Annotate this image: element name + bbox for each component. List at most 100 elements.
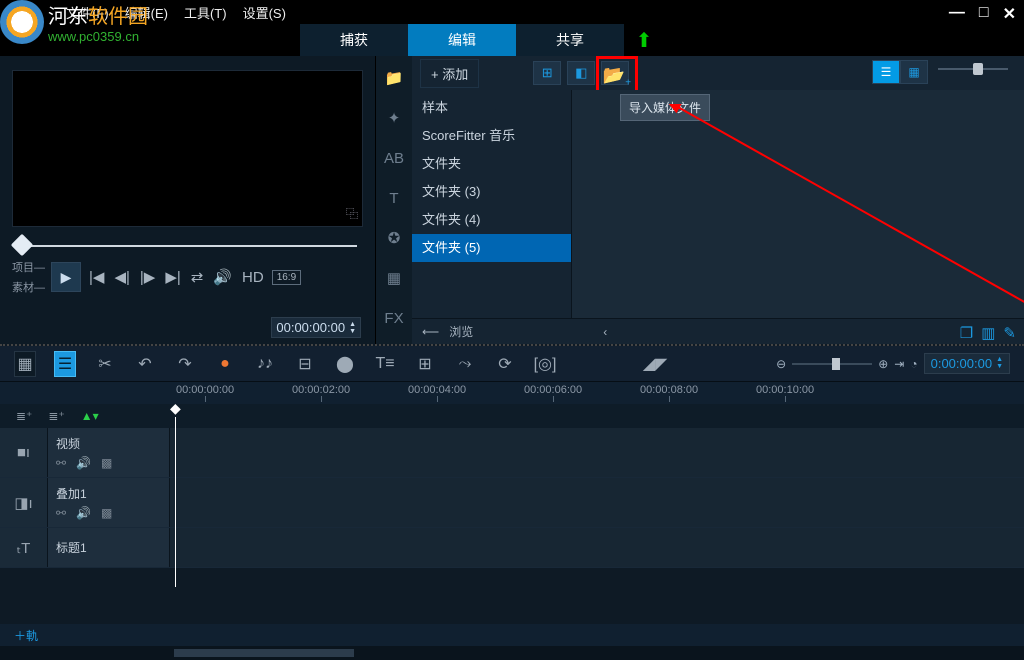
preview-timecode[interactable]: 00:00:00:00 ▲▼	[271, 317, 361, 338]
timeline-scrollbar[interactable]	[0, 646, 1024, 660]
aspect-ratio[interactable]: 16:9	[272, 270, 301, 285]
zoom-in-icon[interactable]: ⊕	[878, 357, 888, 371]
scrollbar-thumb[interactable]	[174, 649, 354, 657]
folder-item[interactable]: ScoreFitter 音乐	[412, 122, 571, 150]
preview-video[interactable]: ⿻	[12, 70, 363, 227]
panel-layout-icon[interactable]: ▥	[981, 324, 995, 342]
play-button[interactable]: ▶	[51, 262, 81, 292]
tracks-menu-2-icon[interactable]: ≣⁺	[48, 409, 64, 423]
fit-project-icon[interactable]: ⇥	[894, 357, 904, 371]
mute-icon[interactable]: 🔊	[76, 456, 91, 470]
link-icon[interactable]: ⚯	[56, 456, 66, 470]
import-media-icon[interactable]: 📂+	[603, 65, 631, 89]
category-title-t-icon[interactable]: T	[382, 188, 406, 208]
hd-label[interactable]: HD	[240, 267, 266, 288]
watermark-logo: 河	[0, 0, 44, 44]
folder-item-selected[interactable]: 文件夹 (5)	[412, 234, 571, 262]
folder-item[interactable]: 文件夹 (3)	[412, 178, 571, 206]
list-view-button[interactable]: ☰	[872, 60, 900, 84]
scrub-handle[interactable]	[11, 234, 34, 257]
auto-music-icon[interactable]: ⊟	[294, 354, 316, 374]
tools-icon[interactable]: ✂	[94, 354, 116, 374]
browse-back-icon[interactable]: ⟵	[422, 325, 439, 339]
maximize-button[interactable]: □	[979, 4, 989, 24]
loop-icon[interactable]: ⇄	[189, 266, 206, 288]
category-transition-icon[interactable]: ✦	[382, 108, 406, 128]
tab-edit[interactable]: 编辑	[408, 24, 516, 56]
step-fwd-icon[interactable]: |▶	[138, 266, 157, 288]
redo-icon[interactable]: ↷	[174, 354, 196, 374]
tab-capture[interactable]: 捕获	[300, 24, 408, 56]
minimize-button[interactable]: —	[949, 4, 965, 24]
zoom-thumb[interactable]	[832, 358, 840, 370]
close-button[interactable]: ✕	[1003, 4, 1016, 24]
folder-item[interactable]: 文件夹 (4)	[412, 206, 571, 234]
category-graphic-icon[interactable]: ✪	[382, 228, 406, 248]
mute-icon[interactable]: 🔊	[76, 506, 91, 520]
grid-view-button[interactable]: ▦	[900, 60, 928, 84]
add-folder-button[interactable]: + 添加	[420, 59, 479, 88]
link-icon[interactable]: ⚯	[56, 506, 66, 520]
track-overlay-label[interactable]: 叠加1 ⚯🔊▩	[48, 478, 170, 527]
edit-icon[interactable]: ✎	[1003, 324, 1016, 342]
track-overlay-icon[interactable]: ◨ı	[0, 478, 48, 527]
split-screen-icon[interactable]: ⊞	[414, 354, 436, 374]
track-video-icon[interactable]: ■ı	[0, 428, 48, 477]
zoom-out-icon[interactable]: ⊖	[776, 357, 786, 371]
category-fx-label[interactable]: FX	[382, 308, 406, 328]
audio-mixer-icon[interactable]: ♪♪	[254, 355, 276, 373]
multi-trim-icon[interactable]: ⬤	[334, 354, 356, 374]
browse-label[interactable]: 浏览	[449, 323, 473, 340]
category-filter-icon[interactable]: ▦	[382, 268, 406, 288]
timeline-mode-button[interactable]: ☰	[54, 351, 76, 377]
track-title-label[interactable]: 标题1	[48, 528, 170, 567]
timeline-timecode[interactable]: 0:00:00:00▲▼	[924, 353, 1010, 374]
multi-window-icon[interactable]: ❐	[960, 324, 973, 342]
category-media-icon[interactable]: 📁	[382, 68, 406, 88]
library-content-area[interactable]: 导入媒体文件	[572, 90, 1024, 318]
track-video-label[interactable]: 视频 ⚯🔊▩	[48, 428, 170, 477]
undo-icon[interactable]: ↶	[134, 354, 156, 374]
track-title-body[interactable]	[170, 528, 1024, 567]
folder-item[interactable]: 文件夹	[412, 150, 571, 178]
go-start-icon[interactable]: |◀	[87, 266, 106, 288]
fx-disable-icon[interactable]: ▩	[101, 506, 112, 520]
pan-zoom-icon[interactable]: ⟳	[494, 354, 516, 374]
project-duration-icon[interactable]: ◔	[910, 357, 917, 371]
track-title-icon[interactable]: ₜT	[0, 528, 48, 567]
filter-video-icon[interactable]: ⊞	[533, 61, 561, 85]
category-title-ab-icon[interactable]: AB	[382, 148, 406, 168]
menu-settings[interactable]: 设置(S)	[243, 3, 286, 22]
folder-item[interactable]: 样本	[412, 94, 571, 122]
fx-disable-icon[interactable]: ▩	[101, 456, 112, 470]
collapse-icon[interactable]: ‹	[603, 325, 607, 339]
upload-button[interactable]: ⬆	[624, 24, 664, 56]
timeline-ruler[interactable]: 00:00:00:00 00:00:02:00 00:00:04:00 00:0…	[0, 382, 1024, 404]
record-icon[interactable]: ●	[214, 355, 236, 373]
label-clip[interactable]: 素材—	[12, 279, 45, 295]
playhead[interactable]: ◆	[170, 400, 181, 587]
add-track-button[interactable]: ＋軌	[0, 624, 1024, 646]
focus-icon[interactable]: [◎]	[534, 354, 556, 374]
marker-icon[interactable]: ▲▾	[81, 409, 99, 423]
track-video-body[interactable]	[170, 428, 1024, 477]
track-overlay-body[interactable]	[170, 478, 1024, 527]
folder-nav-list: 样本 ScoreFitter 音乐 文件夹 文件夹 (3) 文件夹 (4) 文件…	[412, 90, 572, 318]
volume-icon[interactable]: 🔊	[211, 266, 234, 288]
filter-photo-icon[interactable]: ◧	[567, 61, 595, 85]
menu-tools[interactable]: 工具(T)	[184, 3, 227, 22]
motion-icon[interactable]: ⤳	[454, 355, 476, 373]
scrub-bar[interactable]	[12, 237, 363, 251]
slider-thumb[interactable]	[973, 63, 983, 75]
go-end-icon[interactable]: ▶|	[163, 266, 182, 288]
label-project[interactable]: 项目—	[12, 259, 45, 275]
tracks-menu-1-icon[interactable]: ≣⁺	[16, 409, 32, 423]
storyboard-mode-button[interactable]: ▦	[14, 351, 36, 377]
3d-title-icon[interactable]: ◢◤	[644, 354, 666, 374]
step-back-icon[interactable]: ◀|	[112, 266, 131, 288]
tab-share[interactable]: 共享	[516, 24, 624, 56]
thumbnail-size-slider[interactable]	[938, 66, 1008, 72]
zoom-slider[interactable]	[792, 363, 872, 365]
subtitle-icon[interactable]: T≡	[374, 355, 396, 373]
fullscreen-icon[interactable]: ⿻	[346, 205, 358, 222]
